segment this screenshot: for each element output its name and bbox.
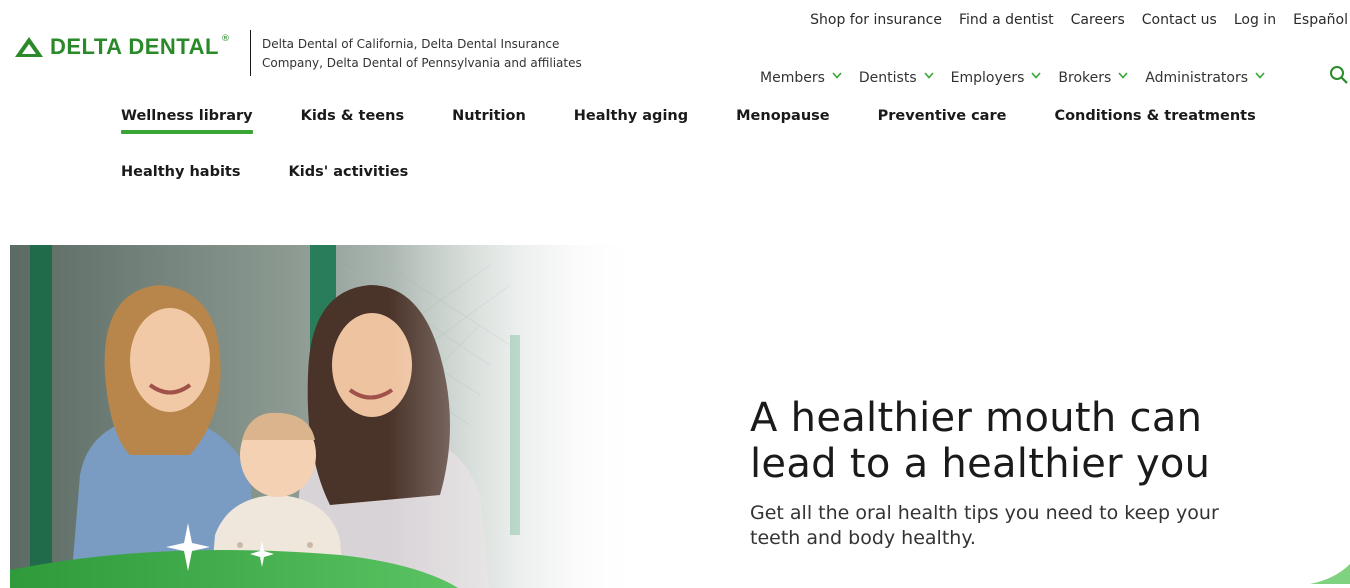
subnav-menopause[interactable]: Menopause — [736, 108, 830, 134]
chevron-down-icon — [1255, 71, 1265, 81]
nav-label: Administrators — [1145, 70, 1249, 86]
nav-administrators[interactable]: Administrators — [1145, 70, 1265, 86]
green-corner-accent — [1310, 564, 1350, 588]
util-log-in[interactable]: Log in — [1234, 12, 1276, 28]
nav-label: Employers — [950, 70, 1025, 86]
hero-text: A healthier mouth can lead to a healthie… — [750, 395, 1310, 551]
sub-nav-row: Healthy habits Kids' activities — [121, 164, 1321, 190]
subnav-kids-teens[interactable]: Kids & teens — [301, 108, 405, 134]
delta-dental-logo[interactable]: DELTA DENTAL ® — [14, 34, 234, 59]
nav-label: Members — [760, 70, 825, 86]
nav-label: Dentists — [858, 70, 917, 86]
subnav-nutrition[interactable]: Nutrition — [452, 108, 526, 134]
main-nav: Members Dentists Employers Brokers Admin… — [760, 70, 1265, 86]
delta-triangle-icon — [14, 36, 44, 58]
nav-members[interactable]: Members — [760, 70, 842, 86]
subnav-wellness-library[interactable]: Wellness library — [121, 108, 253, 134]
chevron-down-icon — [924, 71, 934, 81]
registered-mark: ® — [220, 34, 230, 44]
nav-label: Brokers — [1058, 70, 1112, 86]
subnav-healthy-habits[interactable]: Healthy habits — [121, 164, 241, 190]
subnav-preventive-care[interactable]: Preventive care — [878, 108, 1007, 134]
nav-dentists[interactable]: Dentists — [858, 70, 934, 86]
utility-nav: Shop for insurance Find a dentist Career… — [810, 12, 1348, 28]
logo-divider — [250, 30, 251, 76]
chevron-down-icon — [832, 71, 842, 81]
util-contact-us[interactable]: Contact us — [1142, 12, 1217, 28]
brand-name: DELTA DENTAL — [50, 34, 219, 59]
subnav-healthy-aging[interactable]: Healthy aging — [574, 108, 688, 134]
subnav-kids-activities[interactable]: Kids' activities — [289, 164, 409, 190]
nav-brokers[interactable]: Brokers — [1058, 70, 1128, 86]
util-shop-insurance[interactable]: Shop for insurance — [810, 12, 942, 28]
hero-subtitle-line: teeth and body healthy. — [750, 527, 976, 549]
hero-family-photo — [10, 245, 640, 588]
wellness-sub-nav: Wellness library Kids & teens Nutrition … — [121, 108, 1321, 190]
subnav-conditions-treatments[interactable]: Conditions & treatments — [1054, 108, 1255, 134]
chevron-down-icon — [1118, 71, 1128, 81]
nav-employers[interactable]: Employers — [950, 70, 1042, 86]
search-icon[interactable] — [1328, 64, 1350, 86]
page-frame: DELTA DENTAL ® Delta Dental of Californi… — [10, 8, 1350, 588]
util-careers[interactable]: Careers — [1071, 12, 1125, 28]
chevron-down-icon — [1031, 71, 1042, 81]
util-find-dentist[interactable]: Find a dentist — [959, 12, 1054, 28]
hero-title-line: A healthier mouth can — [750, 395, 1203, 441]
hero-subtitle-line: Get all the oral health tips you need to… — [750, 502, 1219, 524]
hero-title-line: lead to a healthier you — [750, 441, 1211, 487]
util-espanol[interactable]: Español — [1293, 12, 1348, 28]
hero-title: A healthier mouth can lead to a healthie… — [750, 395, 1310, 487]
sub-nav-row: Wellness library Kids & teens Nutrition … — [121, 108, 1321, 134]
hero-subtitle: Get all the oral health tips you need to… — [750, 501, 1310, 551]
affiliates-text: Delta Dental of California, Delta Dental… — [262, 37, 582, 70]
